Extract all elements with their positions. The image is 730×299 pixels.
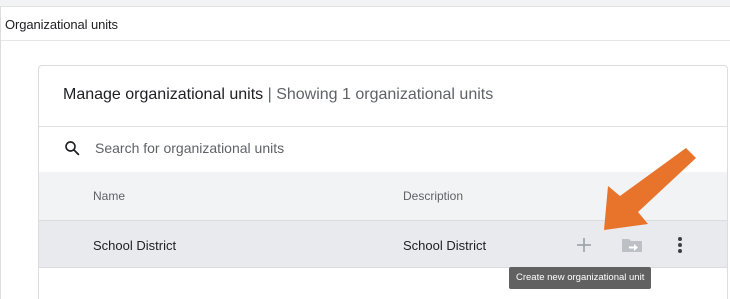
page-title: Organizational units	[5, 17, 118, 32]
card-title-separator: |	[263, 86, 277, 103]
column-header-name[interactable]: Name	[93, 189, 125, 203]
ou-description-cell: School District	[403, 238, 487, 253]
card-title-count: Showing 1 organizational units	[276, 86, 494, 103]
card-title-main: Manage organizational units	[63, 86, 264, 103]
annotation-arrow-icon	[604, 148, 696, 230]
page-header: Organizational units	[1, 7, 730, 41]
ou-name-cell[interactable]: School District	[93, 238, 176, 253]
search-input[interactable]	[95, 137, 495, 159]
card-title: Manage organizational units | Showing 1 …	[63, 86, 493, 104]
tooltip: Create new organizational unit	[509, 267, 652, 289]
column-header-description: Description	[403, 189, 464, 203]
search-icon	[63, 139, 81, 157]
